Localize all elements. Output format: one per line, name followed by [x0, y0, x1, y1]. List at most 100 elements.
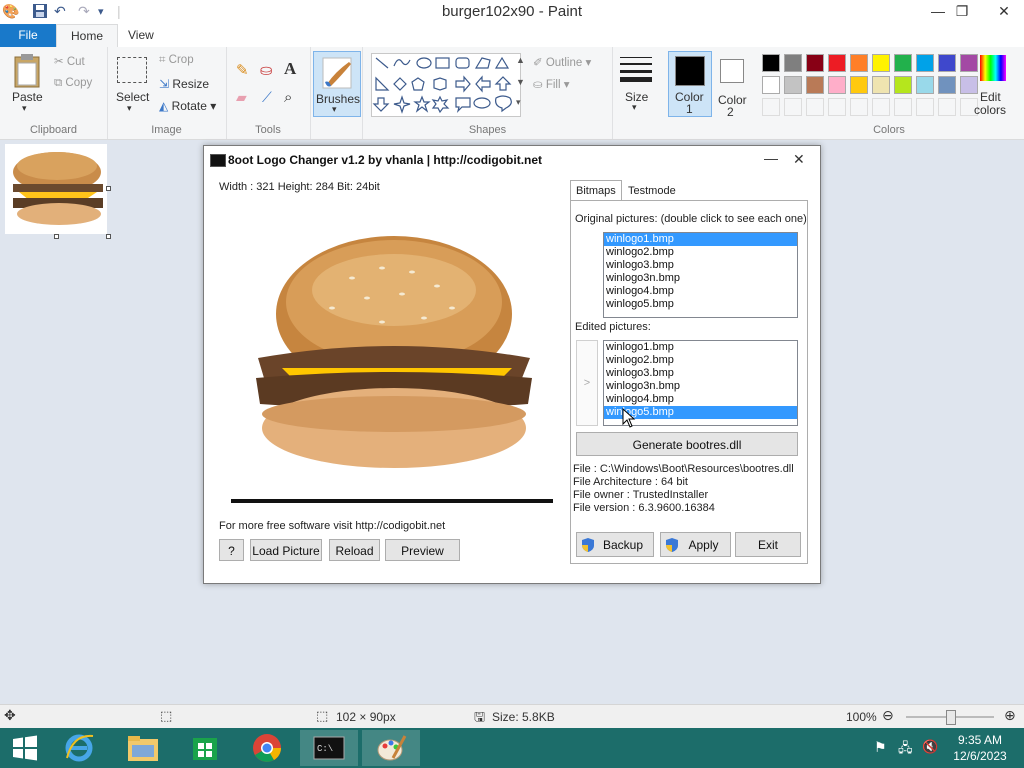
help-button[interactable]: ?: [219, 539, 244, 561]
original-picture-item[interactable]: winlogo3n.bmp: [604, 272, 797, 285]
palette-color[interactable]: [916, 76, 934, 94]
palette-color[interactable]: [850, 76, 868, 94]
edit-colors-label-1[interactable]: Edit: [980, 90, 1001, 104]
start-button[interactable]: [0, 730, 50, 766]
taskbar-paint[interactable]: [362, 730, 420, 766]
palette-color[interactable]: [916, 54, 934, 72]
text-icon[interactable]: A: [284, 59, 296, 79]
palette-color[interactable]: [960, 54, 978, 72]
palette-color[interactable]: [938, 76, 956, 94]
resize-handle-corner[interactable]: [106, 234, 111, 239]
custom-color-slot[interactable]: [828, 98, 846, 116]
tab-view[interactable]: View: [114, 24, 168, 47]
paste-dropdown-icon[interactable]: ▾: [22, 103, 27, 114]
palette-color[interactable]: [762, 76, 780, 94]
palette-color[interactable]: [960, 76, 978, 94]
edited-picture-item[interactable]: winlogo4.bmp: [604, 393, 797, 406]
resize-handle-right[interactable]: [106, 186, 111, 191]
dialog-close-button[interactable]: ✕: [793, 151, 805, 168]
custom-color-slot[interactable]: [850, 98, 868, 116]
eraser-icon[interactable]: ▰: [236, 89, 247, 106]
edited-picture-item[interactable]: winlogo2.bmp: [604, 354, 797, 367]
volume-muted-icon[interactable]: 🔇: [922, 739, 938, 755]
apply-button[interactable]: Apply: [660, 532, 731, 557]
original-picture-item[interactable]: winlogo4.bmp: [604, 285, 797, 298]
edit-colors-icon[interactable]: [980, 55, 1006, 81]
magnifier-icon[interactable]: ⌕: [284, 89, 292, 106]
palette-color[interactable]: [828, 76, 846, 94]
select-label[interactable]: Select: [116, 90, 149, 104]
shapes-more-icon[interactable]: ▾: [516, 97, 521, 108]
tab-bitmaps[interactable]: Bitmaps: [570, 180, 622, 201]
palette-color[interactable]: [850, 54, 868, 72]
select-icon[interactable]: [117, 57, 147, 83]
custom-color-slot[interactable]: [894, 98, 912, 116]
edited-picture-item[interactable]: winlogo3n.bmp: [604, 380, 797, 393]
network-icon[interactable]: 🖧: [898, 739, 913, 761]
custom-color-slot[interactable]: [806, 98, 824, 116]
fill-button[interactable]: ⛀ Fill ▾: [533, 77, 570, 91]
original-picture-item[interactable]: winlogo2.bmp: [604, 246, 797, 259]
edited-picture-item[interactable]: winlogo3.bmp: [604, 367, 797, 380]
original-picture-item[interactable]: winlogo1.bmp: [604, 233, 797, 246]
taskbar-ie[interactable]: [50, 730, 108, 766]
exit-button[interactable]: Exit: [735, 532, 801, 557]
size-button[interactable]: Size ▾: [614, 51, 658, 121]
palette-color[interactable]: [806, 76, 824, 94]
pencil-icon[interactable]: ✎: [236, 61, 249, 79]
tab-testmode[interactable]: Testmode: [624, 182, 680, 200]
palette-color[interactable]: [784, 54, 802, 72]
fill-bucket-icon[interactable]: ⛀: [260, 61, 273, 79]
resize-button[interactable]: ⇲ Resize: [159, 77, 209, 91]
dialog-minimize-button[interactable]: —: [764, 150, 778, 166]
paste-button[interactable]: [12, 53, 42, 92]
palette-color[interactable]: [762, 54, 780, 72]
taskbar-cmd[interactable]: C:\: [300, 730, 358, 766]
backup-button[interactable]: Backup: [576, 532, 654, 557]
palette-color[interactable]: [894, 76, 912, 94]
rotate-button[interactable]: ◭ Rotate ▾: [159, 99, 216, 113]
custom-color-slot[interactable]: [938, 98, 956, 116]
resize-handle-bottom[interactable]: [54, 234, 59, 239]
paint-canvas[interactable]: [5, 144, 107, 234]
outline-button[interactable]: ✐ Outline ▾: [533, 55, 591, 69]
crop-button[interactable]: ⌗ Crop: [159, 54, 194, 67]
palette-color[interactable]: [872, 76, 890, 94]
palette-color[interactable]: [784, 76, 802, 94]
shapes-gallery[interactable]: [371, 53, 521, 117]
zoom-out-icon[interactable]: ⊖: [882, 707, 894, 724]
custom-color-slot[interactable]: [916, 98, 934, 116]
original-pictures-list[interactable]: winlogo1.bmp winlogo2.bmp winlogo3.bmp winl…: [603, 232, 798, 318]
original-picture-item[interactable]: winlogo3.bmp: [604, 259, 797, 272]
load-picture-button[interactable]: Load Picture: [250, 539, 322, 561]
shapes-scroll-up-icon[interactable]: ▲: [516, 55, 525, 65]
palette-color[interactable]: [938, 54, 956, 72]
paste-label[interactable]: Paste: [12, 90, 43, 104]
color1-button[interactable]: Color 1: [668, 51, 712, 117]
restore-button[interactable]: ❐: [948, 1, 976, 21]
custom-color-slot[interactable]: [872, 98, 890, 116]
cut-button[interactable]: ✂ Cut: [54, 54, 85, 68]
reload-button[interactable]: Reload: [329, 539, 380, 561]
color2-button[interactable]: Color 2: [712, 51, 752, 119]
copy-button[interactable]: ⧉ Copy: [54, 77, 92, 90]
custom-color-slot[interactable]: [784, 98, 802, 116]
tray-clock[interactable]: 9:35 AM 12/6/2023: [950, 733, 1010, 763]
close-button[interactable]: ✕: [990, 1, 1018, 21]
palette-color[interactable]: [828, 54, 846, 72]
taskbar-file-explorer[interactable]: [114, 730, 172, 766]
action-center-flag-icon[interactable]: ⚑: [874, 739, 887, 756]
zoom-in-icon[interactable]: ⊕: [1004, 707, 1016, 724]
preview-button[interactable]: Preview: [385, 539, 460, 561]
original-picture-item[interactable]: winlogo5.bmp: [604, 298, 797, 311]
taskbar-chrome[interactable]: [238, 730, 296, 766]
palette-color[interactable]: [872, 54, 890, 72]
shapes-scroll-down-icon[interactable]: ▼: [516, 77, 525, 87]
edited-picture-item[interactable]: winlogo1.bmp: [604, 341, 797, 354]
color-picker-icon[interactable]: ⟋: [262, 89, 272, 106]
custom-color-slot[interactable]: [762, 98, 780, 116]
palette-color[interactable]: [894, 54, 912, 72]
taskbar-store[interactable]: [176, 730, 234, 766]
move-to-edited-button[interactable]: >: [576, 340, 598, 426]
zoom-slider-thumb[interactable]: [946, 710, 956, 725]
